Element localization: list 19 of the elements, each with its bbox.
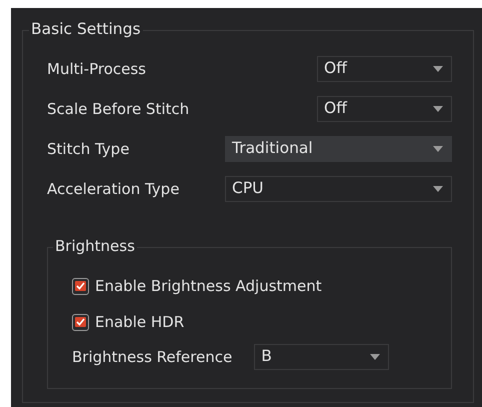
dropdown[interactable]: B: [254, 344, 390, 370]
dropdown[interactable]: Off: [317, 96, 452, 122]
dropdown[interactable]: Off: [317, 56, 452, 82]
caret-icon: [433, 186, 443, 192]
caret-icon: [433, 106, 443, 112]
field-label: Brightness Reference: [72, 346, 232, 368]
dropdown[interactable]: CPU: [225, 176, 452, 202]
caret-icon: [370, 354, 380, 360]
field-label: Scale Before Stitch: [47, 98, 190, 120]
dropdown[interactable]: Traditional: [225, 136, 452, 162]
caret-icon: [433, 66, 443, 72]
field-label: Multi-Process: [47, 58, 146, 80]
checkbox[interactable]: [72, 314, 89, 330]
checkbox[interactable]: [72, 278, 89, 294]
field-label: Acceleration Type: [47, 178, 180, 200]
caret-icon: [433, 146, 443, 152]
field-label: Stitch Type: [47, 138, 130, 160]
checkbox-label: Enable Brightness Adjustment: [95, 276, 322, 297]
checkbox-label: Enable HDR: [95, 312, 184, 333]
